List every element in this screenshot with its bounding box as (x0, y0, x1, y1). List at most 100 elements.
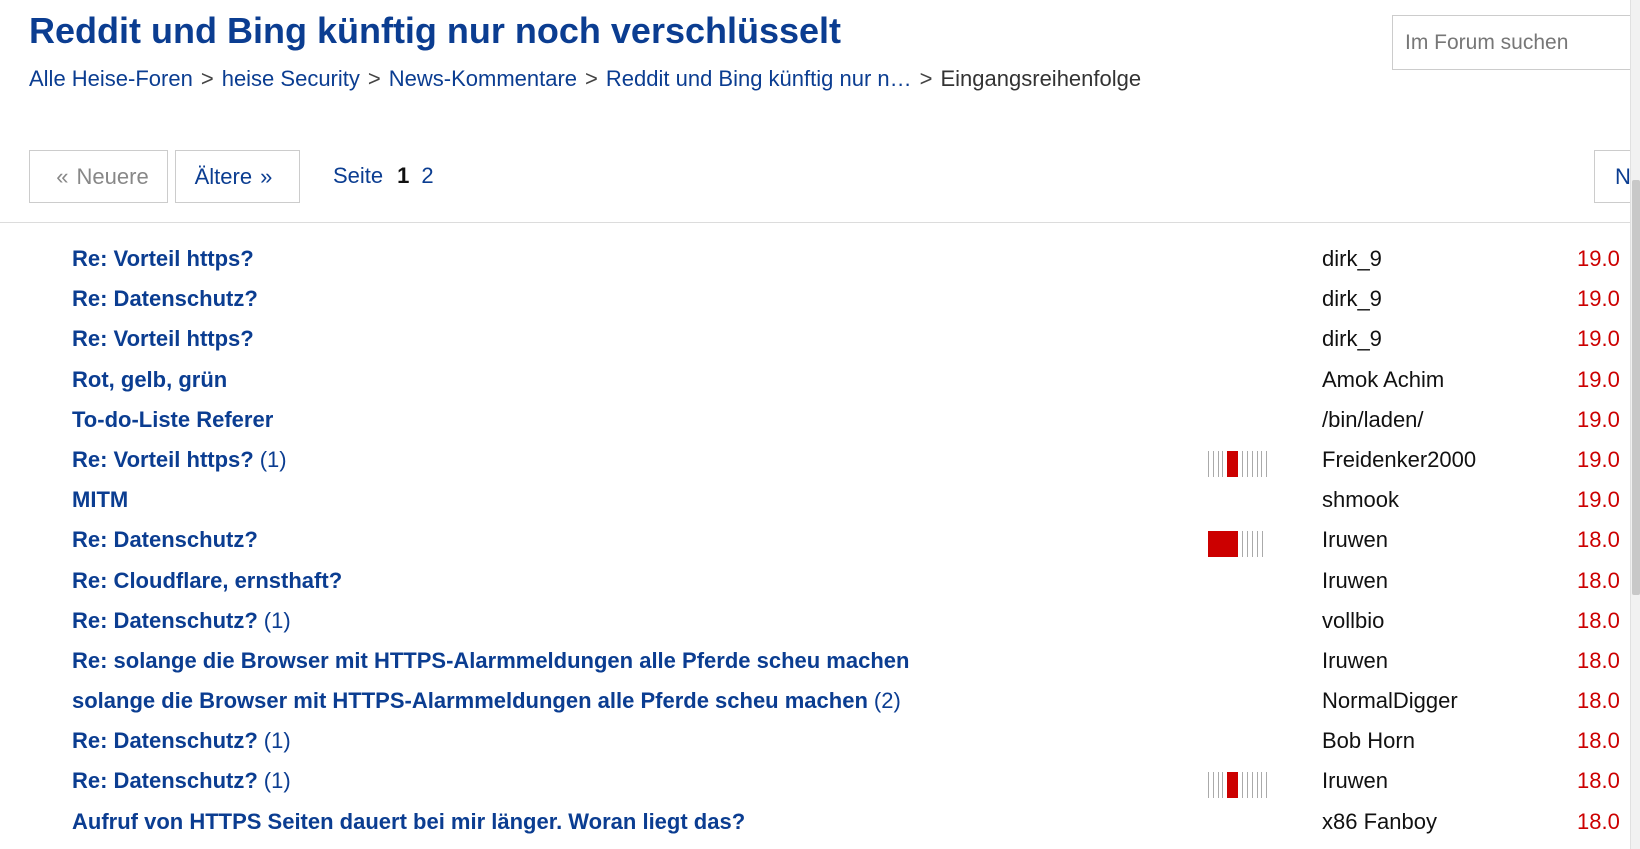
rating-segment (1247, 450, 1248, 477)
breadcrumb-separator: > (585, 66, 598, 91)
thread-title-link[interactable]: Re: Vorteil https? (1) (72, 447, 287, 473)
thread-row[interactable]: Rot, gelb, grün Amok Achim 19.0 (0, 363, 1630, 403)
thread-date: 18.0 (1577, 567, 1620, 593)
forum-search-input[interactable] (1392, 15, 1640, 70)
breadcrumb-item-heise-security[interactable]: heise Security (222, 66, 360, 91)
reply-count: (1) (263, 607, 291, 633)
rating-segment (1251, 772, 1253, 799)
newer-arrow-icon: « (56, 163, 69, 189)
thread-row[interactable]: Re: Datenschutz? dirk_9 19.0 (0, 282, 1630, 322)
rating-segment (1266, 772, 1268, 799)
thread-title-link[interactable]: Re: solange die Browser mit HTTPS-Alarmm… (72, 648, 909, 674)
newer-button[interactable]: « Neuere (29, 150, 168, 203)
thread-row[interactable]: MITM shmook 19.0 (0, 483, 1630, 523)
rating-segment (1256, 772, 1258, 799)
thread-author[interactable]: Iruwen (1322, 568, 1388, 594)
thread-row[interactable]: Re: Datenschutz? (1) vollbio 18.0 (0, 604, 1630, 644)
thread-list: Re: Vorteil https? dirk_9 19.0 Re: Datensch… (0, 242, 1630, 845)
thread-date: 18.0 (1577, 527, 1620, 553)
thread-author[interactable]: dirk_9 (1322, 326, 1382, 352)
scrollbar[interactable] (1630, 0, 1640, 849)
thread-author[interactable]: Bob Horn (1322, 728, 1415, 754)
thread-date: 19.0 (1577, 286, 1620, 312)
page-link-2[interactable]: 2 (421, 163, 433, 188)
rating-segment (1262, 531, 1263, 558)
page-label: Seite (333, 163, 384, 188)
thread-title-link[interactable]: Aufruf von HTTPS Seiten dauert bei mir l… (72, 809, 745, 835)
thread-title-text: Re: Cloudflare, ernsthaft? (72, 567, 343, 593)
rating-segment (1222, 450, 1224, 477)
thread-row[interactable]: Re: Vorteil https? dirk_9 19.0 (0, 242, 1630, 282)
thread-row[interactable]: Re: Datenschutz? (1) Bob Horn 18.0 (0, 724, 1630, 764)
older-arrow-icon: » (260, 163, 273, 189)
thread-date: 18.0 (1577, 728, 1620, 754)
thread-title-link[interactable]: solange die Browser mit HTTPS-Alarmmeldu… (72, 688, 901, 714)
thread-author[interactable]: shmook (1322, 487, 1399, 513)
rating-segment (1242, 772, 1244, 799)
breadcrumb-item-all-forums[interactable]: Alle Heise-Foren (29, 66, 193, 91)
rating-segment (1208, 531, 1238, 558)
rating-segment (1247, 531, 1248, 558)
thread-date: 18.0 (1577, 647, 1620, 673)
thread-row[interactable]: Re: solange die Browser mit HTTPS-Alarmm… (0, 644, 1630, 684)
breadcrumb-item-news-comments[interactable]: News-Kommentare (389, 66, 577, 91)
next-label: N (1615, 163, 1631, 189)
thread-title-text: To-do-Liste Referer (72, 406, 274, 432)
page-title: Reddit und Bing künftig nur noch verschl… (29, 10, 842, 51)
thread-author[interactable]: dirk_9 (1322, 286, 1382, 312)
thread-date: 18.0 (1577, 607, 1620, 633)
thread-title-link[interactable]: Re: Datenschutz? (72, 527, 258, 553)
thread-date: 19.0 (1577, 487, 1620, 513)
thread-title-link[interactable]: Re: Datenschutz? (1) (72, 728, 291, 754)
rating-segment (1227, 772, 1239, 799)
thread-title-link[interactable]: Rot, gelb, grün (72, 367, 227, 393)
thread-title-link[interactable]: To-do-Liste Referer (72, 407, 273, 433)
thread-date: 19.0 (1577, 446, 1620, 472)
thread-author[interactable]: Iruwen (1322, 768, 1388, 794)
thread-author[interactable]: /bin/laden/ (1322, 407, 1424, 433)
thread-author[interactable]: NormalDigger (1322, 688, 1458, 714)
thread-author[interactable]: Iruwen (1322, 527, 1388, 553)
rating-segment (1227, 450, 1239, 477)
scrollbar-thumb[interactable] (1632, 180, 1640, 595)
thread-title-link[interactable]: Re: Cloudflare, ernsthaft? (72, 568, 342, 594)
thread-row[interactable]: Re: Datenschutz? (1) Iruwen 18.0 (0, 764, 1630, 804)
thread-title-link[interactable]: Re: Datenschutz? (1) (72, 768, 291, 794)
thread-author[interactable]: Freidenker2000 (1322, 447, 1476, 473)
thread-row[interactable]: Aufruf von HTTPS Seiten dauert bei mir l… (0, 805, 1630, 845)
thread-title-text: Re: Datenschutz? (72, 527, 258, 553)
thread-title-text: Re: solange die Browser mit HTTPS-Alarmm… (72, 647, 910, 673)
thread-title-text: Re: Vorteil https? (72, 326, 254, 352)
rating-segment (1212, 772, 1214, 799)
breadcrumb-separator: > (367, 66, 381, 91)
thread-title-link[interactable]: Re: Datenschutz? (1) (72, 608, 291, 634)
thread-title-text: Re: Vorteil https? (72, 446, 254, 472)
thread-author[interactable]: dirk_9 (1322, 246, 1382, 272)
thread-row[interactable]: Re: Cloudflare, ernsthaft? Iruwen 18.0 (0, 564, 1630, 604)
thread-title-link[interactable]: MITM (72, 487, 128, 513)
breadcrumb-item-article[interactable]: Reddit und Bing künftig nur n… (606, 66, 912, 91)
thread-title-text: Re: Datenschutz? (72, 607, 258, 633)
rating-segment (1261, 772, 1263, 799)
thread-row[interactable]: Re: Vorteil https? (1) Freidenker2000 19.0 (0, 443, 1630, 483)
thread-title-link[interactable]: Re: Vorteil https? (72, 246, 254, 272)
rating-segment (1208, 450, 1209, 477)
rating-bar-icon (1208, 772, 1268, 799)
thread-author[interactable]: vollbio (1322, 608, 1384, 634)
thread-row[interactable]: Re: Datenschutz? Iruwen 18.0 (0, 523, 1630, 563)
thread-row[interactable]: solange die Browser mit HTTPS-Alarmmeldu… (0, 684, 1630, 724)
thread-author[interactable]: x86 Fanboy (1322, 809, 1437, 835)
rating-segment (1217, 450, 1219, 477)
thread-title-text: MITM (72, 487, 129, 513)
older-button[interactable]: Ältere » (175, 150, 300, 203)
thread-title-link[interactable]: Re: Datenschutz? (72, 286, 258, 312)
thread-row[interactable]: Re: Vorteil https? dirk_9 19.0 (0, 322, 1630, 362)
rating-bar-icon (1208, 450, 1268, 477)
thread-author[interactable]: Iruwen (1322, 648, 1388, 674)
reply-count: (1) (259, 446, 287, 472)
thread-author[interactable]: Amok Achim (1322, 367, 1444, 393)
thread-row[interactable]: To-do-Liste Referer/bin/laden/19.0 (0, 403, 1630, 443)
rating-segment (1242, 531, 1243, 558)
thread-title-link[interactable]: Re: Vorteil https? (72, 326, 254, 352)
thread-title-text: solange die Browser mit HTTPS-Alarmmeldu… (72, 688, 868, 714)
